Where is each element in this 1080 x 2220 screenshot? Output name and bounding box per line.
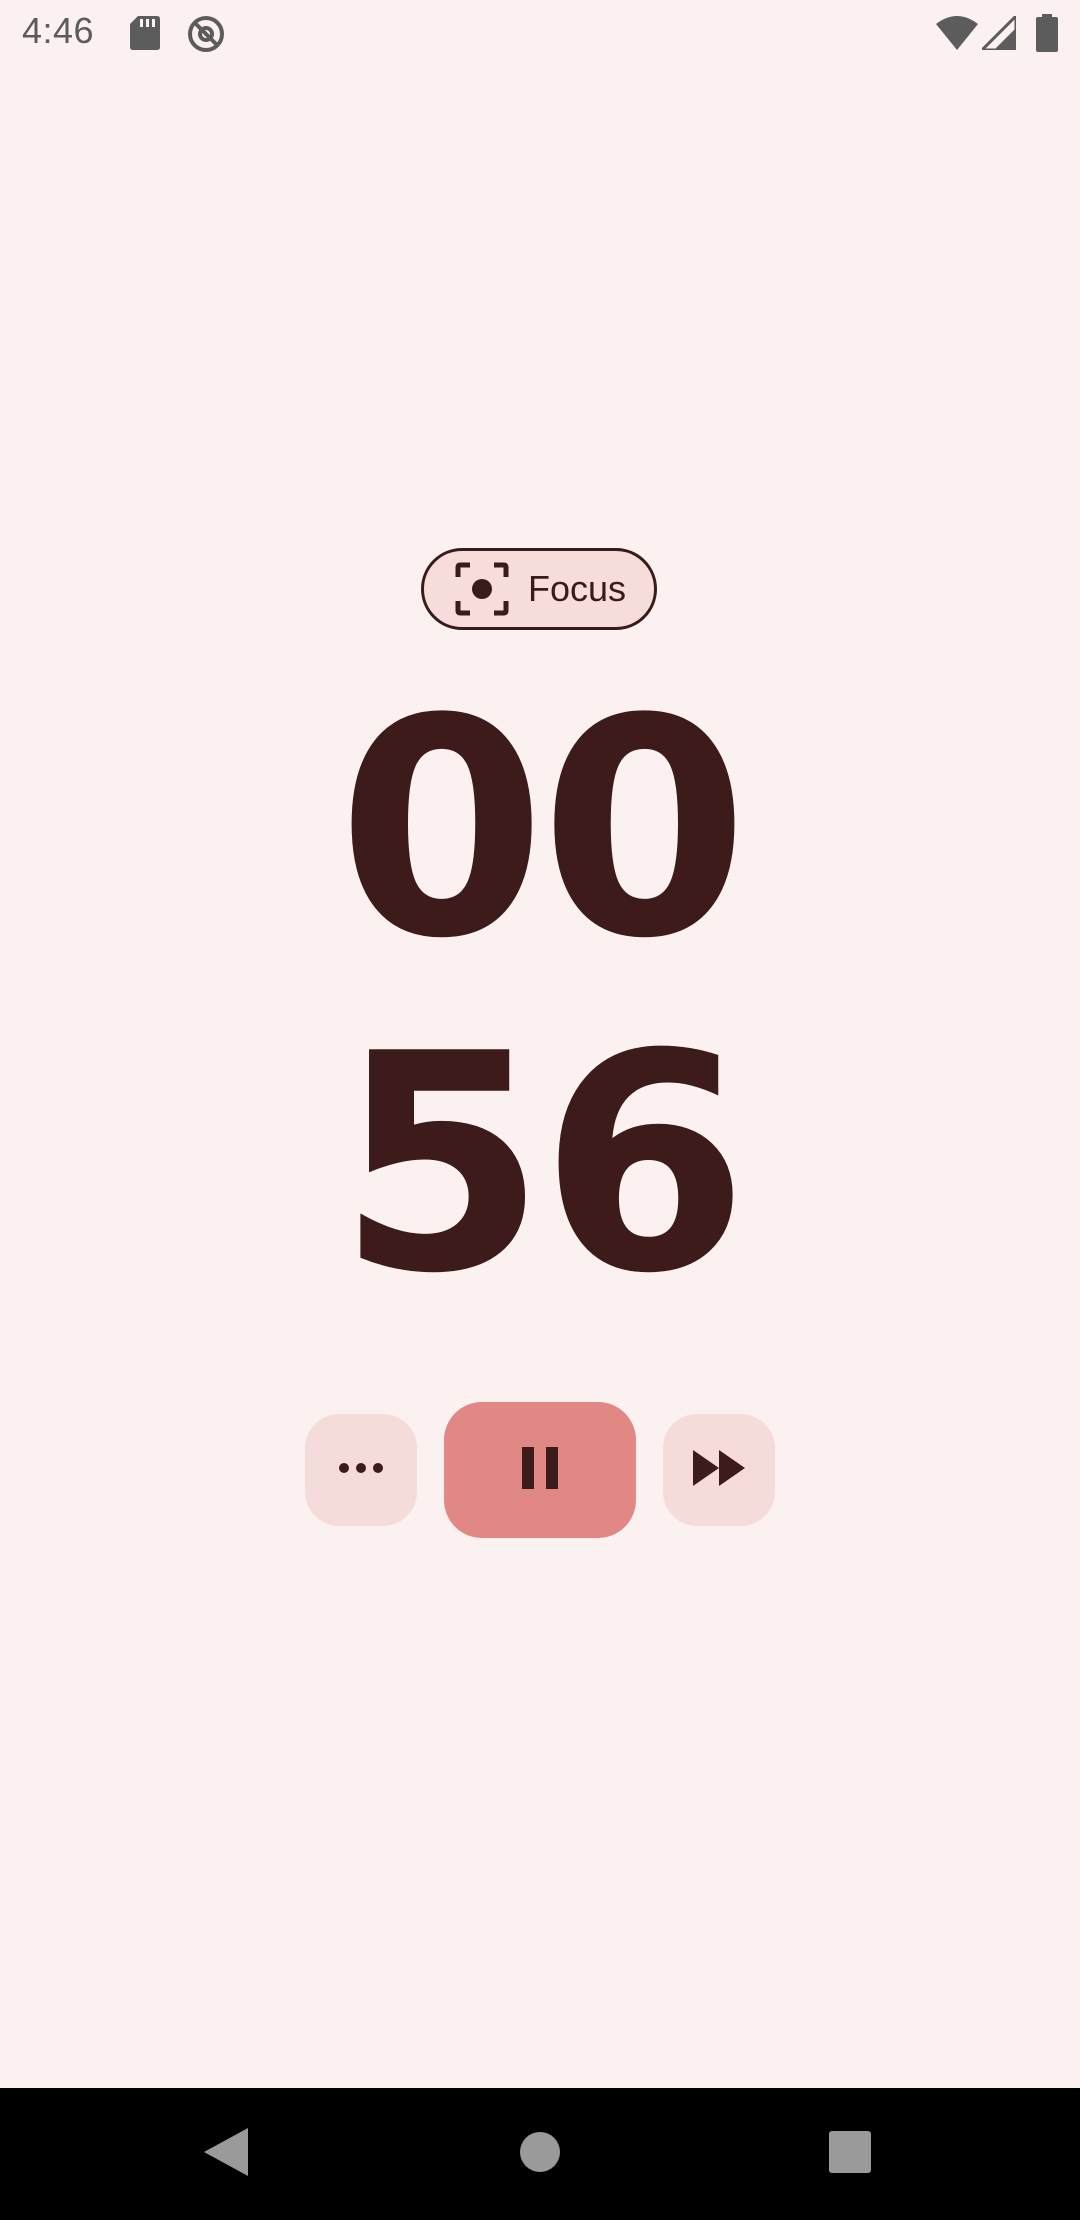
fast-forward-icon <box>693 1449 745 1491</box>
pause-icon <box>522 1446 558 1494</box>
pause-button[interactable] <box>444 1402 636 1538</box>
navigation-bar <box>0 2088 1080 2220</box>
at-sign-icon <box>187 15 225 58</box>
battery-icon <box>1036 14 1058 57</box>
wifi-icon <box>936 16 978 55</box>
focus-mode-chip[interactable]: Focus <box>421 548 657 630</box>
status-time: 4:46 <box>22 10 95 51</box>
more-options-button[interactable] <box>305 1414 417 1526</box>
skip-button[interactable] <box>663 1414 775 1526</box>
back-button[interactable] <box>190 2118 262 2190</box>
timer-minutes: 00 <box>337 655 748 1004</box>
sd-card-icon <box>130 16 160 55</box>
home-icon <box>519 2131 561 2178</box>
focus-chip-label: Focus <box>528 568 627 609</box>
back-icon <box>204 2127 248 2181</box>
timer-seconds: 56 <box>337 990 748 1339</box>
home-button[interactable] <box>504 2118 576 2190</box>
recents-button[interactable] <box>814 2118 886 2190</box>
center-focus-icon <box>454 561 510 617</box>
recents-icon <box>829 2130 871 2178</box>
cell-signal-icon <box>978 12 1018 55</box>
more-horizontal-icon <box>338 1461 384 1479</box>
status-bar: 4:46 <box>0 0 1080 66</box>
